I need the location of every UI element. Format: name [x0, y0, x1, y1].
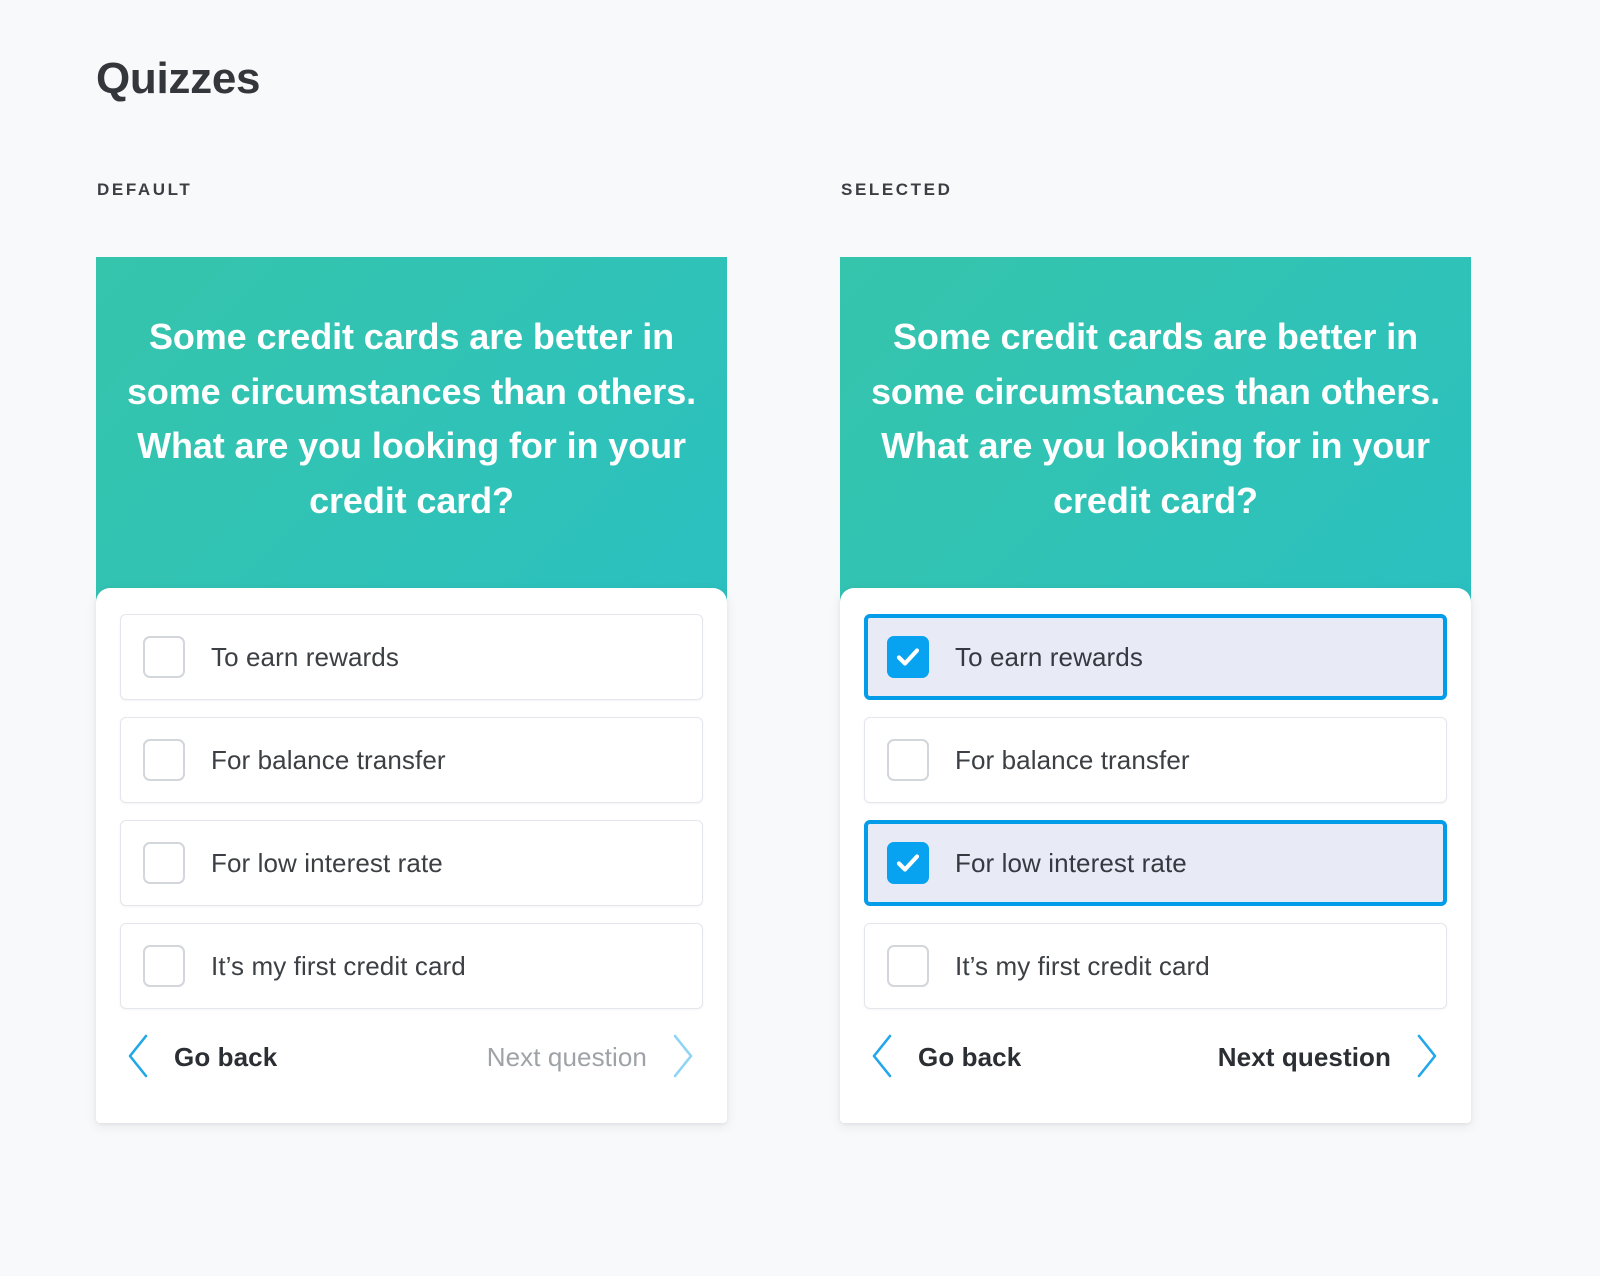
option-row[interactable]: To earn rewards — [864, 614, 1447, 700]
quizzes-page: Quizzes DEFAULT Some credit cards are be… — [0, 0, 1600, 1276]
chevron-left-icon — [124, 1032, 154, 1083]
option-row[interactable]: To earn rewards — [120, 614, 703, 700]
checkbox-unchecked-icon[interactable] — [143, 945, 185, 987]
chevron-left-icon — [868, 1032, 898, 1083]
option-list: To earn rewards For balance transfer For… — [120, 614, 703, 1009]
page-title: Quizzes — [96, 54, 261, 103]
go-back-button[interactable]: Go back — [868, 1032, 1021, 1083]
quiz-card-default: Some credit cards are better in some cir… — [96, 257, 727, 1123]
chevron-right-icon — [667, 1032, 697, 1083]
option-list: To earn rewards For balance transfer For… — [864, 614, 1447, 1009]
quiz-navigation: Go back Next question — [120, 1009, 703, 1105]
quiz-navigation: Go back Next question — [864, 1009, 1447, 1105]
chevron-right-icon — [1411, 1032, 1441, 1083]
go-back-button[interactable]: Go back — [124, 1032, 277, 1083]
quiz-card-body: To earn rewards For balance transfer For… — [96, 588, 727, 1123]
next-question-label: Next question — [1217, 1041, 1391, 1072]
next-question-button[interactable]: Next question — [1218, 1032, 1441, 1083]
option-label: It’s my first credit card — [211, 950, 466, 981]
checkbox-unchecked-icon[interactable] — [887, 945, 929, 987]
checkbox-unchecked-icon[interactable] — [143, 842, 185, 884]
option-row[interactable]: It’s my first credit card — [120, 923, 703, 1009]
option-row[interactable]: For low interest rate — [120, 820, 703, 906]
option-row[interactable]: For balance transfer — [864, 717, 1447, 803]
option-row[interactable]: For low interest rate — [864, 820, 1447, 906]
quiz-question: Some credit cards are better in some cir… — [126, 316, 697, 522]
option-label: It’s my first credit card — [955, 950, 1210, 981]
go-back-label: Go back — [918, 1041, 1022, 1072]
checkbox-checked-icon[interactable] — [887, 842, 929, 884]
next-question-label: Next question — [486, 1041, 647, 1072]
go-back-label: Go back — [174, 1041, 278, 1072]
checkbox-unchecked-icon[interactable] — [143, 739, 185, 781]
quiz-card-body: To earn rewards For balance transfer For… — [840, 588, 1471, 1123]
quiz-card-header: Some credit cards are better in some cir… — [96, 257, 727, 602]
option-label: For balance transfer — [211, 744, 446, 775]
column-label-default: DEFAULT — [97, 180, 193, 199]
option-row[interactable]: For balance transfer — [120, 717, 703, 803]
checkbox-checked-icon[interactable] — [887, 636, 929, 678]
option-label: For low interest rate — [955, 847, 1187, 878]
option-label: For balance transfer — [955, 744, 1190, 775]
quiz-card-selected: Some credit cards are better in some cir… — [840, 257, 1471, 1123]
option-row[interactable]: It’s my first credit card — [864, 923, 1447, 1009]
next-question-button[interactable]: Next question — [487, 1032, 697, 1083]
column-label-selected: SELECTED — [841, 180, 953, 199]
checkbox-unchecked-icon[interactable] — [143, 636, 185, 678]
quiz-card-header: Some credit cards are better in some cir… — [840, 257, 1471, 602]
option-label: To earn rewards — [955, 641, 1143, 672]
option-label: To earn rewards — [211, 641, 399, 672]
checkbox-unchecked-icon[interactable] — [887, 739, 929, 781]
option-label: For low interest rate — [211, 847, 443, 878]
quiz-question: Some credit cards are better in some cir… — [870, 316, 1441, 522]
